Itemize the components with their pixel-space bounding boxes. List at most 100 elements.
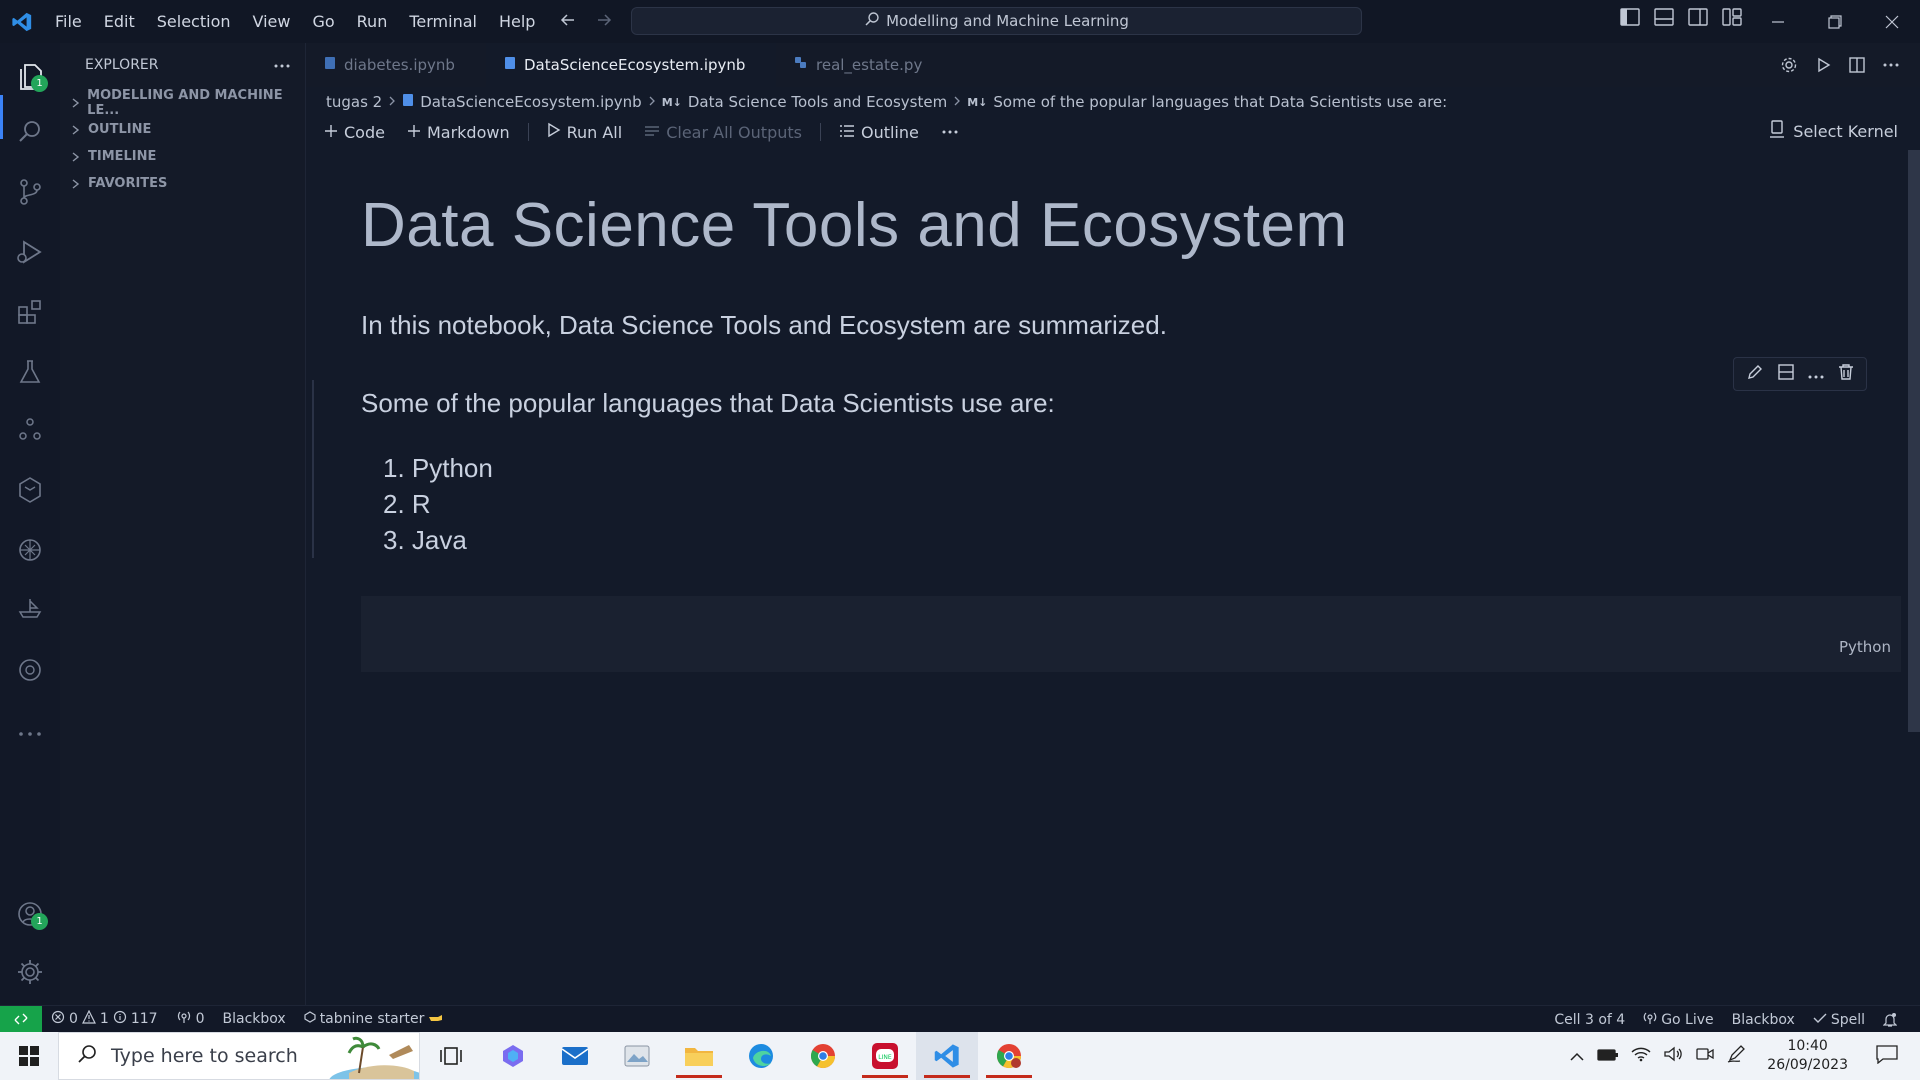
back-arrow-icon[interactable] <box>559 11 577 33</box>
menu-help[interactable]: Help <box>488 0 546 43</box>
chevron-right-icon <box>648 93 656 111</box>
blackbox-status[interactable]: Blackbox <box>214 1006 295 1033</box>
select-kernel-button[interactable]: Select Kernel <box>1769 120 1898 142</box>
photos-app-icon[interactable] <box>606 1032 668 1080</box>
more-actions-icon[interactable] <box>1807 365 1825 384</box>
remote-indicator-icon[interactable] <box>0 1005 42 1033</box>
cell-position[interactable]: Cell 3 of 4 <box>1545 1006 1634 1033</box>
notification-center-icon[interactable] <box>1868 1044 1906 1068</box>
cell-language-label[interactable]: Python <box>1839 638 1891 656</box>
editor-scrollbar[interactable] <box>1908 150 1920 732</box>
pen-icon[interactable] <box>1727 1045 1747 1067</box>
explorer-badge: 1 <box>31 75 48 92</box>
settings-gear-icon[interactable] <box>15 957 45 987</box>
menu-edit[interactable]: Edit <box>93 0 146 43</box>
wifi-icon[interactable] <box>1631 1046 1651 1066</box>
ports-indicator[interactable]: 0 <box>167 1006 214 1033</box>
edge-app-icon[interactable] <box>730 1032 792 1080</box>
split-cell-icon[interactable] <box>1777 363 1795 385</box>
more-actions-icon[interactable] <box>273 57 291 73</box>
file-explorer-app-icon[interactable] <box>668 1032 730 1080</box>
code-cell[interactable]: Python <box>361 596 1901 672</box>
command-center-search[interactable]: Modelling and Machine Learning <box>631 7 1362 35</box>
tab-real-estate[interactable]: real_estate.py <box>776 43 956 87</box>
add-code-cell-button[interactable]: Code <box>316 118 393 146</box>
vscode-app-icon[interactable] <box>916 1032 978 1080</box>
menu-file[interactable]: File <box>44 0 93 43</box>
docker-cube-icon[interactable] <box>15 475 45 505</box>
trash-icon[interactable] <box>1838 363 1854 385</box>
section-workspace[interactable]: MODELLING AND MACHINE LE... <box>60 88 305 118</box>
tab-diabetes[interactable]: diabetes.ipynb <box>306 43 486 87</box>
toggle-secondary-sidebar-icon[interactable] <box>1688 8 1708 30</box>
customize-layout-icon[interactable] <box>1722 8 1742 30</box>
title-bar: File Edit Selection View Go Run Terminal… <box>0 0 1920 43</box>
system-clock[interactable]: 10:40 26/09/2023 <box>1759 1037 1856 1075</box>
chevron-up-icon[interactable] <box>1569 1047 1585 1066</box>
forward-arrow-icon[interactable] <box>595 11 613 33</box>
close-icon[interactable] <box>1863 0 1920 43</box>
menu-view[interactable]: View <box>242 0 302 43</box>
gear-icon[interactable] <box>1780 56 1798 78</box>
restore-icon[interactable] <box>1806 0 1863 43</box>
run-icon[interactable] <box>1814 56 1832 78</box>
cell-focus-indicator <box>312 380 314 558</box>
windows-start-icon[interactable] <box>0 1032 58 1080</box>
go-live-label: Go Live <box>1661 1011 1714 1028</box>
edit-pencil-icon[interactable] <box>1746 363 1764 385</box>
minimize-icon[interactable] <box>1749 0 1806 43</box>
chevron-right-icon <box>68 123 82 137</box>
chrome-profile-app-icon[interactable] <box>978 1032 1040 1080</box>
tabnine-status[interactable]: tabnine starter <box>295 1006 454 1033</box>
more-actions-icon[interactable] <box>933 118 967 146</box>
tab-label: real_estate.py <box>816 56 923 74</box>
task-view-icon[interactable] <box>420 1032 482 1080</box>
spell-check-button[interactable]: Spell <box>1804 1006 1874 1033</box>
extensions-icon[interactable] <box>15 297 45 327</box>
chatgpt-icon[interactable] <box>15 535 45 565</box>
source-control-icon[interactable] <box>15 177 45 207</box>
toggle-panel-icon[interactable] <box>1654 8 1674 30</box>
toggle-primary-sidebar-icon[interactable] <box>1620 8 1640 30</box>
search-icon <box>77 1044 97 1069</box>
copilot-app-icon[interactable] <box>482 1032 544 1080</box>
clear-all-outputs-button[interactable]: Clear All Outputs <box>636 118 810 146</box>
blackbox-icon[interactable] <box>15 593 45 623</box>
menu-terminal[interactable]: Terminal <box>398 0 488 43</box>
breadcrumb-folder[interactable]: tugas 2 <box>326 93 382 111</box>
menu-selection[interactable]: Selection <box>146 0 242 43</box>
problems-indicator[interactable]: 0 1 117 <box>42 1006 167 1033</box>
go-live-button[interactable]: Go Live <box>1634 1006 1722 1033</box>
outline-button[interactable]: Outline <box>831 118 927 146</box>
search-icon[interactable] <box>15 117 45 147</box>
breadcrumb-file[interactable]: DataScienceEcosystem.ipynb <box>420 93 641 111</box>
notifications-bell-icon[interactable] <box>1874 1006 1906 1033</box>
menu-go[interactable]: Go <box>301 0 345 43</box>
error-icon <box>51 1010 65 1028</box>
openai-icon[interactable] <box>15 655 45 685</box>
tab-datascienceecosystem[interactable]: DataScienceEcosystem.ipynb <box>486 43 776 87</box>
more-icon[interactable] <box>15 719 45 749</box>
taskbar-search-box[interactable]: Type here to search <box>58 1032 420 1080</box>
blackbox-status-right[interactable]: Blackbox <box>1723 1006 1804 1033</box>
more-actions-icon[interactable] <box>1882 56 1900 78</box>
section-timeline[interactable]: TIMELINE <box>60 143 305 170</box>
remote-explorer-icon[interactable] <box>15 415 45 445</box>
run-all-button[interactable]: Run All <box>539 118 631 146</box>
testing-flask-icon[interactable] <box>15 357 45 387</box>
run-debug-icon[interactable] <box>15 237 45 267</box>
add-markdown-cell-button[interactable]: Markdown <box>399 118 518 146</box>
battery-icon[interactable] <box>1597 1047 1619 1066</box>
chrome-app-icon[interactable] <box>792 1032 854 1080</box>
line-app-icon[interactable]: LINE <box>854 1032 916 1080</box>
breadcrumb-heading[interactable]: Data Science Tools and Ecosystem <box>688 93 947 111</box>
meet-now-icon[interactable] <box>1695 1046 1715 1066</box>
section-outline[interactable]: OUTLINE <box>60 116 305 143</box>
breadcrumb-section[interactable]: Some of the popular languages that Data … <box>993 93 1447 111</box>
menu-run[interactable]: Run <box>346 0 399 43</box>
notebook-file-icon <box>402 93 414 111</box>
section-favorites[interactable]: FAVORITES <box>60 170 305 197</box>
mail-app-icon[interactable] <box>544 1032 606 1080</box>
volume-icon[interactable] <box>1663 1046 1683 1066</box>
split-editor-icon[interactable] <box>1848 56 1866 78</box>
